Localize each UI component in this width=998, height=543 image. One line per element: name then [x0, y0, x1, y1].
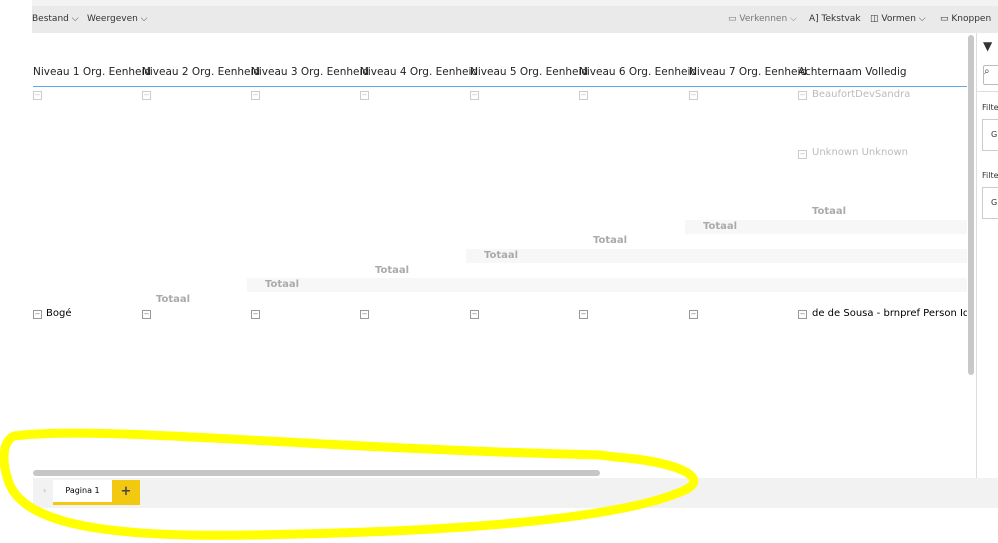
yellow-annotation-circle [0, 428, 699, 540]
annotation-stroke [0, 428, 699, 540]
